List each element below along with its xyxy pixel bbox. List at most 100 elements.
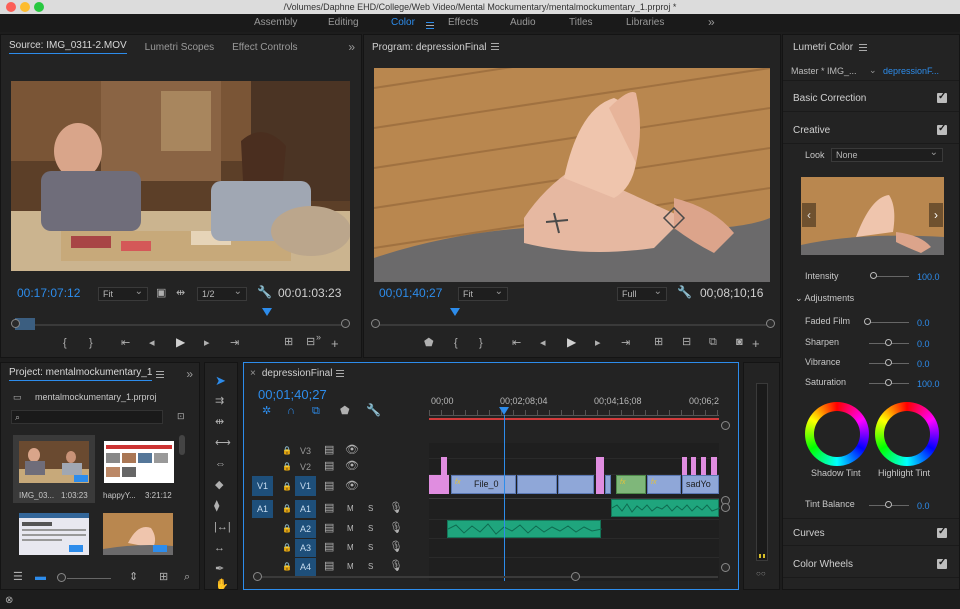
add-marker-icon[interactable]: ⬟ bbox=[424, 338, 434, 349]
next-look-icon[interactable]: › bbox=[929, 203, 943, 227]
timeline-clip[interactable] bbox=[701, 457, 706, 475]
timeline-clip[interactable] bbox=[517, 475, 557, 494]
timeline-playhead-handle[interactable] bbox=[499, 407, 509, 415]
timeline-hscroll-right-knob[interactable] bbox=[571, 572, 580, 581]
color-wheels-section[interactable]: Color Wheels bbox=[783, 550, 959, 578]
timeline-ruler[interactable] bbox=[429, 410, 719, 416]
saturation-knob[interactable] bbox=[885, 379, 892, 386]
basic-correction-checkbox[interactable] bbox=[937, 91, 947, 103]
go-to-in-icon[interactable]: ⇤ bbox=[512, 338, 521, 349]
pen-tool-icon[interactable]: ✒ bbox=[215, 564, 224, 575]
timeline-audio-clip[interactable] bbox=[611, 499, 720, 517]
sync-lock-icon[interactable]: ▤ bbox=[324, 481, 334, 492]
faded-film-knob[interactable] bbox=[864, 318, 871, 325]
close-window-button[interactable] bbox=[6, 2, 16, 12]
lock-icon[interactable]: 🔒 bbox=[282, 542, 292, 553]
master-clip-tab[interactable]: Master * IMG_... bbox=[791, 66, 857, 76]
find-icon[interactable]: ⌕ bbox=[184, 572, 190, 583]
mute-button[interactable]: M bbox=[347, 543, 354, 552]
intensity-knob[interactable] bbox=[870, 272, 877, 279]
meter-solo-buttons-icon[interactable]: ○○ bbox=[756, 569, 766, 578]
timeline-vscroll-mid2-knob[interactable] bbox=[721, 503, 730, 512]
timeline-clip[interactable]: fx bbox=[616, 475, 646, 494]
timeline-clip[interactable] bbox=[596, 457, 604, 494]
mark-in-icon[interactable]: { bbox=[454, 338, 458, 349]
program-scrubber[interactable] bbox=[374, 324, 772, 326]
track-label-v2[interactable]: V2 bbox=[295, 459, 316, 476]
mute-button[interactable]: M bbox=[347, 562, 354, 571]
sharpen-value[interactable]: 0.0 bbox=[917, 339, 930, 349]
timeline-clip[interactable] bbox=[429, 475, 449, 494]
tint-balance-knob[interactable] bbox=[885, 501, 892, 508]
workspace-menu-icon[interactable] bbox=[422, 20, 434, 31]
program-playhead[interactable] bbox=[450, 308, 460, 316]
slide-tool-icon[interactable]: ↔ bbox=[214, 543, 225, 554]
rolling-edit-tool-icon[interactable]: ⟷ bbox=[215, 438, 231, 449]
source-video-frame[interactable] bbox=[11, 81, 350, 271]
sort-icons-icon[interactable]: ⇕ bbox=[129, 572, 138, 583]
solo-button[interactable]: S bbox=[368, 543, 373, 552]
render-status-icon[interactable]: ⊗ bbox=[5, 595, 13, 606]
thumbnail-zoom-slider[interactable] bbox=[67, 578, 111, 579]
tab-effect-controls[interactable]: Effect Controls bbox=[232, 42, 297, 53]
timeline-hscroll-left-knob[interactable] bbox=[253, 572, 262, 581]
voice-over-mic-icon[interactable]: 🎙 bbox=[389, 561, 403, 572]
camera-icon[interactable]: ◙ bbox=[736, 337, 743, 348]
curves-section[interactable]: Curves bbox=[783, 518, 959, 546]
insert-overwrite-icon[interactable]: ⇹ bbox=[176, 288, 185, 299]
rate-stretch-tool-icon[interactable]: ⇔ bbox=[215, 459, 226, 470]
source-scroll-right-knob[interactable] bbox=[341, 319, 350, 328]
timeline-vscroll-top-knob[interactable] bbox=[721, 421, 730, 430]
razor-tool-icon-2[interactable]: ⧫ bbox=[214, 501, 219, 512]
mute-button[interactable]: M bbox=[347, 504, 354, 513]
track-label-a4[interactable]: A4 bbox=[295, 558, 316, 576]
thumbnail-zoom-knob[interactable] bbox=[57, 573, 66, 582]
mute-button[interactable]: M bbox=[347, 524, 354, 533]
project-scrollbar[interactable] bbox=[179, 435, 185, 455]
lock-icon[interactable]: 🔒 bbox=[282, 561, 292, 572]
sharpen-knob[interactable] bbox=[885, 339, 892, 346]
project-item-2[interactable]: happyY... 3:21:12 bbox=[101, 435, 179, 503]
tint-balance-value[interactable]: 0.0 bbox=[917, 501, 930, 511]
workspace-tab-color[interactable]: Color bbox=[391, 17, 415, 28]
workspace-tab-audio[interactable]: Audio bbox=[510, 17, 536, 28]
timeline-settings-icon[interactable]: 🔧 bbox=[366, 404, 381, 416]
intensity-slider[interactable] bbox=[875, 276, 909, 277]
source-zoom-dropdown[interactable]: Fit bbox=[98, 286, 148, 301]
step-back-icon[interactable]: ◂ bbox=[149, 338, 155, 349]
voice-over-mic-icon[interactable]: 🎙 bbox=[389, 523, 403, 534]
timeline-clip[interactable]: sadYo bbox=[682, 475, 719, 494]
project-item-3[interactable] bbox=[19, 513, 89, 555]
project-menu-icon[interactable] bbox=[156, 370, 165, 378]
timeline-timecode[interactable]: 00;01;40;27 bbox=[258, 387, 327, 402]
project-search-input[interactable]: ⌕ bbox=[11, 410, 163, 424]
project-item-1[interactable]: IMG_03... 1:03:23 bbox=[13, 435, 95, 503]
minimize-window-button[interactable] bbox=[20, 2, 30, 12]
track-label-a3[interactable]: A3 bbox=[295, 539, 316, 557]
track-label-a2[interactable]: A2 bbox=[295, 520, 316, 538]
settings-export-frame-icon[interactable]: ▣ bbox=[156, 288, 166, 299]
creative-checkbox[interactable] bbox=[937, 123, 947, 135]
lock-icon[interactable]: 🔒 bbox=[282, 445, 292, 456]
source-add-button-icon[interactable]: + bbox=[331, 337, 339, 350]
workspace-tab-assembly[interactable]: Assembly bbox=[254, 17, 297, 28]
source-resolution-dropdown[interactable]: 1/2 bbox=[197, 286, 247, 301]
faded-film-value[interactable]: 0.0 bbox=[917, 318, 930, 328]
program-scroll-right-knob[interactable] bbox=[766, 319, 775, 328]
shadow-tint-wheel[interactable] bbox=[805, 402, 869, 466]
snap-icon[interactable]: ∩ bbox=[287, 406, 295, 417]
chevron-down-icon[interactable]: ⌄ bbox=[869, 65, 877, 76]
voice-over-mic-icon[interactable]: 🎙 bbox=[389, 503, 403, 514]
look-dropdown[interactable]: None bbox=[831, 147, 943, 162]
sync-lock-icon[interactable]: ▤ bbox=[324, 523, 334, 534]
track-select-tool-icon[interactable]: ⇉ bbox=[215, 396, 224, 407]
toggle-output-eye-icon[interactable]: 👁 bbox=[345, 461, 359, 472]
timeline-vscroll-bottom-knob[interactable] bbox=[721, 563, 730, 572]
tab-source[interactable]: Source: IMG_0311-2.MOV bbox=[9, 40, 127, 54]
workspace-overflow-icon[interactable]: » bbox=[708, 15, 715, 29]
add-marker-icon[interactable]: ⬟ bbox=[340, 406, 350, 417]
track-label-v3[interactable]: V3 bbox=[295, 443, 316, 460]
insert-nest-icon[interactable]: ✲ bbox=[262, 406, 271, 417]
lumetri-menu-icon[interactable] bbox=[859, 43, 868, 51]
program-add-button-icon[interactable]: + bbox=[752, 337, 760, 350]
